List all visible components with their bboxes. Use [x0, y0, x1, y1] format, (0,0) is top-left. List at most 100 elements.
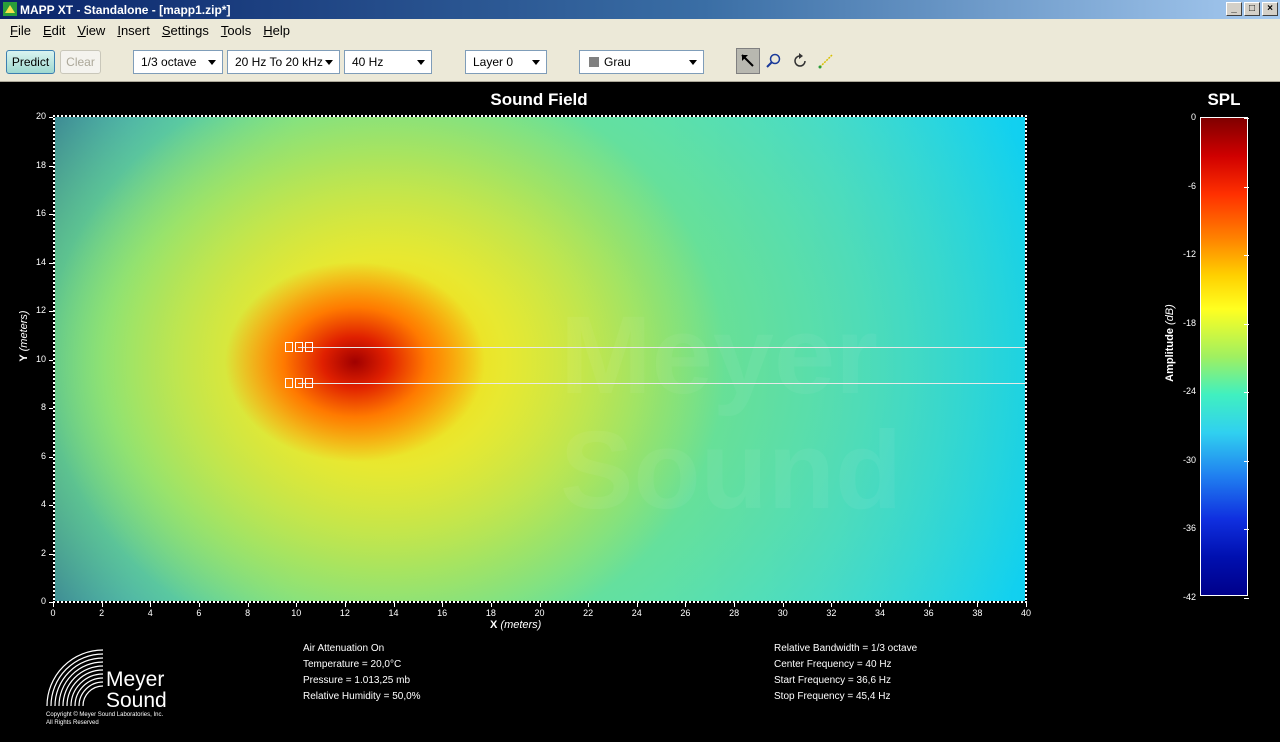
plot-title: Sound Field	[490, 90, 588, 109]
x-tick-mark	[588, 603, 590, 607]
frequency-select[interactable]: 40 Hz	[344, 50, 432, 74]
colorbar-axis-name: Amplitude	[1164, 328, 1176, 382]
bandwidth-select[interactable]: 1/3 octave	[133, 50, 223, 74]
y-tick-mark	[49, 214, 53, 215]
frequency-range-select[interactable]: 20 Hz To 20 kHz	[227, 50, 340, 74]
speaker-element[interactable]	[295, 378, 303, 388]
x-tick-mark	[831, 603, 833, 607]
colorbar-tick-mark	[1244, 392, 1249, 394]
colorbar-tick-mark	[1244, 118, 1249, 119]
measure-tool-button[interactable]	[814, 48, 838, 74]
pressure-text: Pressure = 1.013,25 mb	[303, 675, 411, 686]
x-tick-label: 12	[339, 608, 350, 618]
watermark-text: Meyer	[560, 294, 878, 417]
zoom-tool-button[interactable]	[762, 48, 786, 74]
x-tick-mark	[101, 603, 103, 607]
x-tick-mark	[539, 603, 541, 607]
y-tick-label: 4	[40, 499, 46, 509]
x-tick-label: 34	[875, 608, 886, 618]
y-axis-name: Y	[18, 354, 30, 362]
y-tick-mark	[49, 165, 53, 167]
x-tick-label: 40	[1020, 608, 1031, 618]
colorbar-tick-label: -30	[1182, 454, 1196, 465]
x-tick-label: 18	[485, 608, 496, 618]
predict-button[interactable]: Predict	[6, 50, 55, 74]
copyright-line: Copyright © Meyer Sound Laboratories, In…	[46, 712, 164, 718]
y-tick-label: 10	[35, 353, 46, 364]
color-scheme-value: Grau	[604, 55, 631, 69]
menu-help[interactable]: Help	[257, 23, 296, 38]
toolbar: Predict Clear 1/3 octave 20 Hz To 20 kHz…	[0, 41, 1280, 82]
start-frequency-text: Start Frequency = 36,6 Hz	[774, 675, 892, 686]
x-tick-label: 6	[196, 608, 202, 618]
y-tick-mark	[49, 408, 53, 409]
y-tick-mark	[49, 262, 53, 264]
colorbar	[1200, 117, 1248, 596]
x-tick-label: 20	[534, 608, 545, 618]
colorbar-tick-label: -6	[1187, 180, 1196, 191]
y-tick-label: 16	[35, 208, 46, 218]
menu-insert[interactable]: Insert	[111, 23, 156, 38]
color-scheme-select[interactable]: Grau	[579, 50, 704, 74]
close-button[interactable]: ×	[1262, 2, 1278, 16]
chevron-down-icon	[325, 60, 333, 65]
select-tool-button[interactable]	[736, 48, 760, 74]
menu-view[interactable]: View	[71, 23, 111, 38]
menu-settings[interactable]: Settings	[156, 23, 215, 38]
arrow-pointer-icon	[741, 54, 754, 67]
y-tick-label: 0	[40, 596, 46, 606]
y-tick-mark	[49, 456, 53, 458]
x-tick-label: 24	[631, 608, 642, 618]
x-tick-label: 28	[729, 608, 740, 618]
x-tick-label: 2	[99, 608, 105, 618]
speaker-element[interactable]	[295, 342, 303, 352]
temperature-text: Temperature = 20,0°C	[303, 659, 402, 670]
bandwidth-text: Relative Bandwidth = 1/3 octave	[774, 643, 918, 654]
menu-tools[interactable]: Tools	[215, 23, 257, 38]
menu-edit[interactable]: Edit	[37, 23, 71, 38]
y-tick-mark	[49, 505, 53, 506]
colorbar-axis-unit: (dB)	[1164, 304, 1176, 325]
humidity-text: Relative Humidity = 50,0%	[303, 691, 421, 702]
logo-text-sound: Sound	[106, 689, 167, 712]
sound-field-plot[interactable]: Meyer Sound	[53, 115, 1027, 603]
title-bar: MAPP XT - Standalone - [mapp1.zip*] _ □ …	[0, 0, 1280, 19]
watermark-text: Sound	[560, 409, 903, 532]
zoom-icon	[766, 53, 781, 68]
speaker-element[interactable]	[285, 342, 293, 352]
x-tick-label: 16	[437, 608, 448, 618]
maximize-button[interactable]: □	[1244, 2, 1260, 16]
x-tick-label: 8	[245, 608, 251, 618]
rotate-tool-button[interactable]	[788, 48, 812, 74]
menu-file[interactable]: File	[4, 23, 37, 38]
colorbar-tick-label: -12	[1182, 249, 1196, 260]
minimize-button[interactable]: _	[1226, 2, 1242, 16]
y-tick-mark	[49, 359, 53, 361]
x-tick-label: 32	[826, 608, 837, 618]
frequency-range-value: 20 Hz To 20 kHz	[235, 55, 323, 69]
measure-line-icon	[818, 54, 833, 69]
colorbar-tick-label: -42	[1182, 592, 1196, 602]
colorbar-tick-mark	[1244, 255, 1249, 257]
stop-frequency-text: Stop Frequency = 45,4 Hz	[774, 691, 891, 702]
x-tick-label: 0	[50, 608, 56, 618]
x-tick-mark	[880, 603, 882, 607]
chevron-down-icon	[208, 60, 216, 65]
colorbar-tick-mark	[1244, 186, 1249, 188]
rotate-icon	[794, 53, 806, 67]
speaker-element[interactable]	[305, 342, 313, 352]
x-tick-label: 22	[583, 608, 594, 618]
x-tick-mark	[53, 603, 54, 607]
clear-button[interactable]: Clear	[60, 50, 101, 74]
x-tick-mark	[198, 603, 200, 607]
x-axis-unit: (meters)	[500, 619, 542, 631]
x-tick-label: 4	[147, 608, 153, 618]
bandwidth-value: 1/3 octave	[141, 55, 197, 69]
layer-select[interactable]: Layer 0	[465, 50, 547, 74]
x-tick-label: 30	[777, 608, 788, 618]
color-swatch	[589, 57, 599, 67]
speaker-element[interactable]	[305, 378, 313, 388]
speaker-element[interactable]	[285, 378, 293, 388]
y-tick-label: 8	[40, 402, 46, 412]
chevron-down-icon	[532, 60, 540, 65]
